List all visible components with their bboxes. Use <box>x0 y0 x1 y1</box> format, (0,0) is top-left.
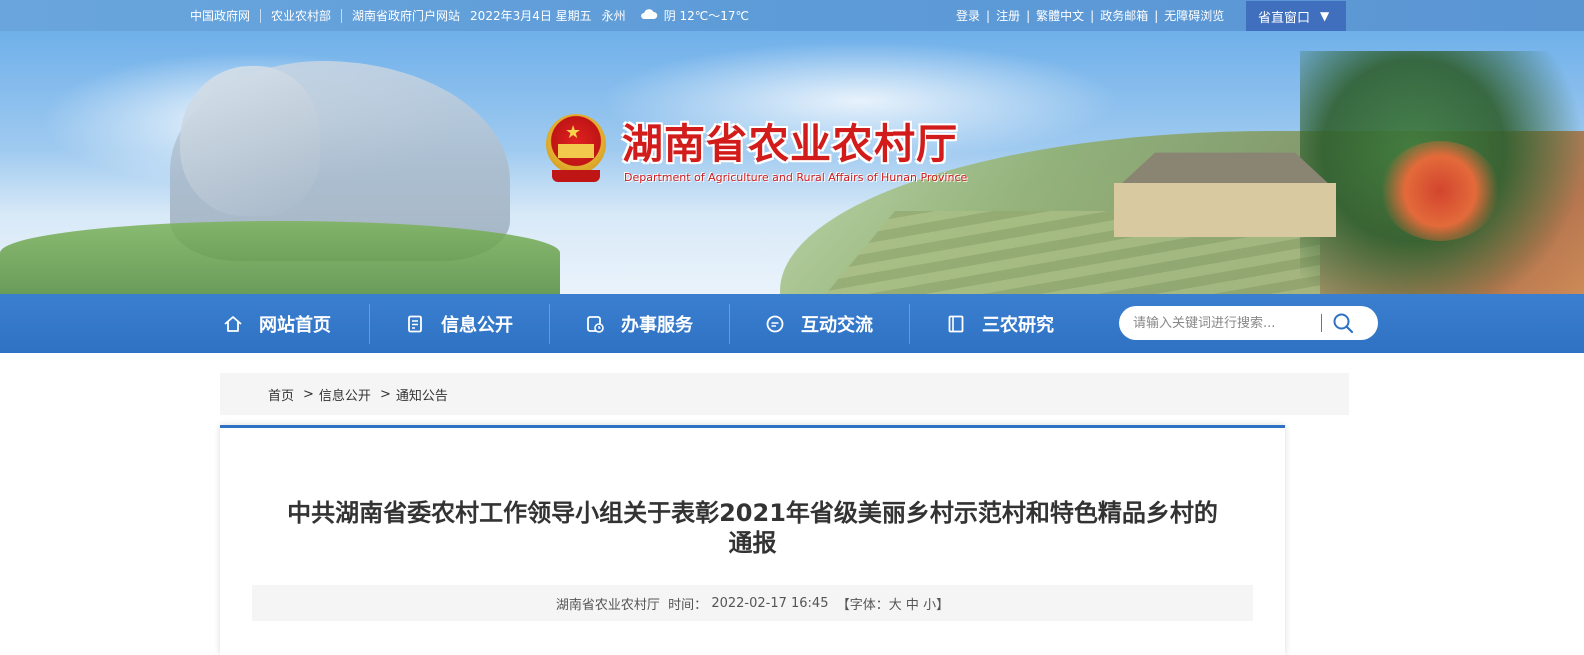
nav-item-research[interactable]: 三农研究 <box>946 294 1054 353</box>
search-icon[interactable] <box>1332 312 1354 334</box>
service-icon <box>585 314 605 334</box>
article-title: 中共湖南省委农村工作领导小组关于表彰2021年省级美丽乡村示范村和特色精品乡村的… <box>250 498 1255 558</box>
link-hunan-gov[interactable]: 湖南省政府门户网站 <box>352 7 460 24</box>
nav-divider <box>909 304 910 344</box>
nav-item-label: 三农研究 <box>982 314 1054 336</box>
nav-item-label: 网站首页 <box>259 314 331 336</box>
nav-item-interaction[interactable]: 互动交流 <box>765 294 873 353</box>
site-title[interactable]: 湖南省农业农村厅 <box>622 110 958 170</box>
emblem-ribbon <box>552 170 600 182</box>
nav-item-label: 办事服务 <box>621 314 693 336</box>
province-window-label: 省直窗口 <box>1258 10 1311 26</box>
weather-city: 永州 <box>601 9 626 23</box>
breadcrumb-home[interactable]: 首页 <box>268 385 294 404</box>
nav-item-label: 信息公开 <box>441 314 513 336</box>
article-title-line1: 中共湖南省委农村工作领导小组关于表彰2021年省级美丽乡村示范村和特色精品乡村的 <box>287 499 1218 527</box>
meta-spacer <box>660 596 668 611</box>
banner-trees <box>0 221 560 294</box>
search-input[interactable] <box>1133 315 1313 331</box>
font-size-close: 】 <box>936 597 950 613</box>
site-subtitle: Department of Agriculture and Rural Affa… <box>624 171 968 184</box>
nav-item-label: 互动交流 <box>801 314 873 336</box>
top-bar-right: 登录 | 注册 | 繁體中文 | 政务邮箱 | 无障碍浏览 <box>956 0 1224 31</box>
house-wall <box>1114 183 1336 237</box>
emblem-gate <box>558 144 594 158</box>
font-size-open: 【字体： <box>836 597 889 613</box>
traditional-chinese-link[interactable]: 繁體中文 <box>1036 7 1084 24</box>
register-link[interactable]: 注册 <box>996 7 1020 24</box>
nav-item-home[interactable]: 网站首页 <box>223 294 331 353</box>
divider <box>341 8 343 23</box>
house-roof <box>1120 152 1330 185</box>
chat-icon <box>765 314 785 334</box>
gov-mail-link[interactable]: 政务邮箱 <box>1100 7 1148 24</box>
divider <box>260 8 262 23</box>
weather-text: 阴 12℃～17℃ <box>663 9 749 23</box>
pipe-divider: | <box>1090 8 1095 23</box>
banner-autumn-trees <box>1380 141 1500 241</box>
pipe-divider: | <box>1154 8 1159 23</box>
link-china-gov[interactable]: 中国政府网 <box>190 7 250 24</box>
article-time: 2022-02-17 16:45 <box>711 595 829 611</box>
document-icon <box>405 314 425 334</box>
search-divider <box>1321 314 1322 332</box>
breadcrumb-separator: > <box>303 386 314 402</box>
breadcrumb: 首页 > 信息公开 > 通知公告 <box>220 373 1349 415</box>
chevron-down-icon: ▼ <box>1320 9 1330 23</box>
breadcrumb-notices[interactable]: 通知公告 <box>396 385 448 404</box>
national-emblem-icon[interactable]: ★ <box>544 114 608 184</box>
nav-divider <box>369 304 370 344</box>
article-time-label: 时间： <box>668 597 708 613</box>
article-title-line2: 通报 <box>728 529 777 557</box>
nav-item-info-disclosure[interactable]: 信息公开 <box>405 294 513 353</box>
nav-divider <box>549 304 550 344</box>
meta-spacer <box>828 596 836 611</box>
nav-divider <box>729 304 730 344</box>
top-bar-left: 中国政府网 农业农村部 湖南省政府门户网站 2022年3月4日 星期五 永州 阴… <box>190 0 749 31</box>
font-size-large-button[interactable]: 大 <box>889 594 902 613</box>
book-icon <box>946 314 966 334</box>
pipe-divider: | <box>986 8 991 23</box>
province-window-button[interactable]: 省直窗口 ▼ <box>1246 1 1346 31</box>
breadcrumb-separator: > <box>379 386 391 402</box>
article-meta: 湖南省农业农村厅 时间： 2022-02-17 16:45 【字体： 大 中 小… <box>252 585 1253 621</box>
current-date: 2022年3月4日 星期五 <box>470 9 592 23</box>
nav-item-services[interactable]: 办事服务 <box>585 294 693 353</box>
accessibility-link[interactable]: 无障碍浏览 <box>1164 7 1224 24</box>
article-card: 中共湖南省委农村工作领导小组关于表彰2021年省级美丽乡村示范村和特色精品乡村的… <box>220 425 1285 655</box>
link-moa[interactable]: 农业农村部 <box>271 7 331 24</box>
emblem-star-icon: ★ <box>565 122 582 143</box>
banner-statue-head <box>180 66 320 216</box>
cloud-icon <box>640 8 658 24</box>
font-size-small-button[interactable]: 小 <box>923 594 936 613</box>
pipe-divider: | <box>1026 8 1031 23</box>
banner-house <box>1100 149 1350 239</box>
search-box <box>1119 306 1378 340</box>
breadcrumb-info-disclosure[interactable]: 信息公开 <box>319 385 371 404</box>
login-link[interactable]: 登录 <box>956 7 980 24</box>
article-source: 湖南省农业农村厅 <box>555 597 660 613</box>
font-size-medium-button[interactable]: 中 <box>906 594 919 613</box>
top-bar: 中国政府网 农业农村部 湖南省政府门户网站 2022年3月4日 星期五 永州 阴… <box>0 0 1584 31</box>
home-icon <box>223 314 243 334</box>
